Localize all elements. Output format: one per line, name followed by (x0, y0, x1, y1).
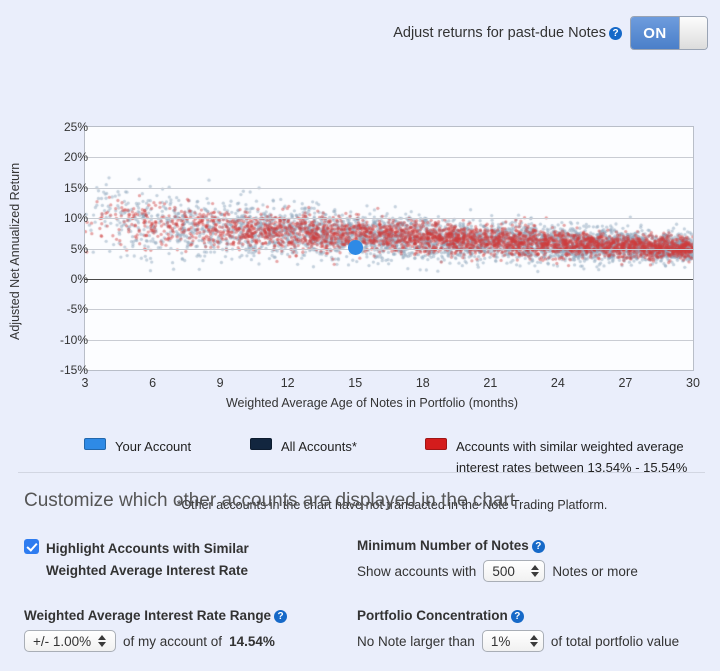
y-axis-tick: 25% (63, 120, 88, 134)
concentration-value: 1% (490, 633, 511, 649)
portfolio-concentration-control: Portfolio Concentration? No Note larger … (357, 608, 679, 652)
gridline (85, 370, 693, 371)
y-axis-tick: 10% (63, 211, 88, 226)
legend-label-similar-line2: interest rates between 13.54% - 15.54% (456, 460, 688, 475)
gridline (85, 188, 693, 189)
highlight-label-line2: Weighted Average Interest Rate (46, 563, 249, 578)
x-axis-tick: 9 (216, 376, 224, 390)
rate-range-control: Weighted Average Interest Rate Range? +/… (24, 608, 288, 652)
legend-swatch-all-accounts (250, 438, 272, 450)
your-account-point[interactable] (347, 239, 363, 255)
rate-range-stepper[interactable]: +/- 1.00% (24, 630, 116, 652)
highlight-accounts-control: Highlight Accounts with Similar Weighted… (24, 538, 249, 582)
min-notes-heading-text: Minimum Number of Notes (357, 538, 529, 553)
y-axis-label: Adjusted Net Annualized Return (8, 162, 22, 340)
y-axis-tick: 20% (63, 150, 88, 165)
x-axis-tick: 3 (81, 376, 89, 390)
concentration-heading-text: Portfolio Concentration (357, 608, 508, 623)
rate-range-value: +/- 1.00% (33, 633, 92, 649)
legend-swatch-your-account (84, 438, 106, 450)
x-axis-tick: 24 (550, 376, 565, 390)
adjust-returns-label: Adjust returns for past-due Notes? (393, 25, 622, 41)
adjust-returns-control: Adjust returns for past-due Notes? ON (393, 16, 708, 50)
rate-range-account-rate: 14.54% (229, 633, 275, 649)
help-icon[interactable]: ? (274, 610, 288, 623)
gridline (85, 157, 693, 158)
stepper-arrows-icon (531, 565, 540, 577)
x-axis-tick: 30 (686, 376, 700, 390)
toggle-on-state: ON (631, 17, 679, 49)
rate-range-heading-text: Weighted Average Interest Rate Range (24, 608, 272, 623)
min-notes-suffix: Notes or more (552, 563, 638, 579)
y-axis-tick: 15% (63, 180, 88, 195)
section-divider (18, 472, 705, 473)
x-axis-tick: 12 (280, 376, 295, 390)
concentration-heading: Portfolio Concentration? (357, 608, 679, 623)
x-axis-tick: 6 (149, 376, 157, 390)
help-icon[interactable]: ? (609, 27, 622, 40)
gridline (85, 279, 693, 280)
concentration-prefix: No Note larger than (357, 633, 475, 649)
legend-label-similar-line1: Accounts with similar weighted average (456, 439, 684, 454)
x-axis-label-text: Weighted Average Age of Notes in Portfol… (225, 396, 519, 410)
returns-scatter-chart: Adjusted Net Annualized Return 25% 20% 15%… (0, 58, 720, 512)
rate-range-suffix: of my account of (123, 633, 223, 649)
stepper-arrows-icon (529, 635, 538, 647)
stepper-arrows-icon (98, 635, 107, 647)
x-axis-tick: 18 (415, 376, 430, 390)
min-notes-heading: Minimum Number of Notes? (357, 538, 638, 553)
gridline (85, 340, 693, 341)
highlight-label-line1: Highlight Accounts with Similar (46, 541, 249, 556)
legend-swatch-similar-accounts (425, 438, 447, 450)
help-icon[interactable]: ? (531, 540, 545, 553)
y-axis-tick: -10% (59, 332, 88, 347)
adjust-returns-label-text: Adjust returns for past-due Notes (393, 25, 606, 41)
toggle-knob (679, 17, 707, 49)
concentration-stepper[interactable]: 1% (481, 630, 544, 652)
legend-item-all-accounts: All Accounts* (250, 436, 357, 457)
gridline (85, 218, 693, 219)
min-notes-control: Minimum Number of Notes? Show accounts w… (357, 538, 638, 582)
x-axis-tick: 21 (483, 376, 498, 390)
adjust-returns-toggle[interactable]: ON (630, 16, 708, 50)
highlight-accounts-checkbox[interactable] (24, 539, 39, 554)
min-notes-value: 500 (492, 563, 515, 579)
y-axis-tick: -15% (59, 363, 88, 377)
gridline (85, 249, 693, 250)
help-icon[interactable]: ? (510, 610, 524, 623)
x-axis-label: Weighted Average Age of Notes in Portfol… (0, 396, 720, 410)
highlight-accounts-label: Highlight Accounts with Similar Weighted… (46, 538, 249, 582)
x-axis-tick: 27 (618, 376, 633, 390)
legend-item-your-account: Your Account (84, 436, 191, 457)
concentration-suffix: of total portfolio value (550, 633, 680, 649)
page-title: Customize which other accounts are displ… (24, 490, 516, 511)
gridline (85, 309, 693, 310)
legend-label-your-account: Your Account (115, 439, 192, 454)
x-axis-tick: 15 (348, 376, 363, 390)
y-axis-tick: -5% (66, 302, 88, 317)
legend-label-all-accounts: All Accounts* (281, 439, 357, 454)
y-axis-tick: 5% (70, 241, 88, 256)
plot-area (84, 126, 694, 371)
y-axis-tick: 0% (70, 271, 88, 286)
min-notes-stepper[interactable]: 500 (483, 560, 546, 582)
rate-range-heading: Weighted Average Interest Rate Range? (24, 608, 288, 623)
min-notes-prefix: Show accounts with (357, 563, 477, 579)
